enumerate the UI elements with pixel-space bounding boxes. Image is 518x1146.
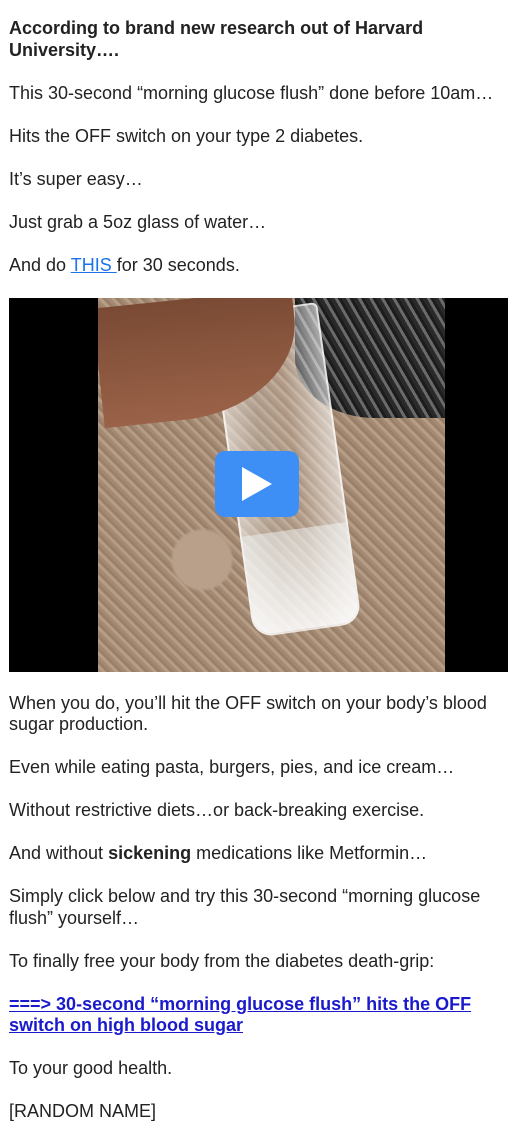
paragraph: This 30-second “morning glucose flush” d…	[9, 82, 494, 103]
paragraph: Simply click below and try this 30-secon…	[9, 886, 481, 928]
paragraph-with-link: And do THIS for 30 seconds.	[9, 255, 509, 277]
cta-link[interactable]: ===> 30-second “morning glucose flush” h…	[9, 994, 471, 1036]
video-player[interactable]	[9, 297, 508, 672]
paragraph: When you do, you’ll hit the OFF switch o…	[9, 692, 487, 735]
cta-paragraph: ===> 30-second “morning glucose flush” h…	[9, 994, 509, 1037]
thumbnail-water	[241, 521, 360, 636]
bold-text: sickening	[108, 843, 192, 863]
text: medications like Metformin…	[191, 843, 428, 863]
signature: [RANDOM NAME]	[9, 1101, 157, 1121]
headline: According to brand new research out of H…	[9, 18, 424, 60]
play-icon	[240, 465, 274, 503]
paragraph: Hits the OFF switch on your type 2 diabe…	[9, 125, 364, 146]
paragraph-with-bold: And without sickening medications like M…	[9, 843, 509, 865]
play-button[interactable]	[215, 450, 299, 517]
text: And without	[9, 843, 109, 863]
text: for 30 seconds.	[116, 254, 240, 275]
email-body: According to brand new research out of H…	[0, 0, 518, 1123]
paragraph: Even while eating pasta, burgers, pies, …	[9, 757, 455, 777]
this-link[interactable]: THIS	[71, 255, 117, 275]
paragraph: It’s super easy…	[9, 168, 143, 189]
paragraph: Without restrictive diets…or back-breaki…	[9, 800, 425, 820]
paragraph: To your good health.	[9, 1058, 173, 1078]
paragraph: Just grab a 5oz glass of water…	[9, 211, 267, 232]
text: And do	[9, 254, 71, 275]
paragraph: To finally free your body from the diabe…	[9, 950, 435, 971]
